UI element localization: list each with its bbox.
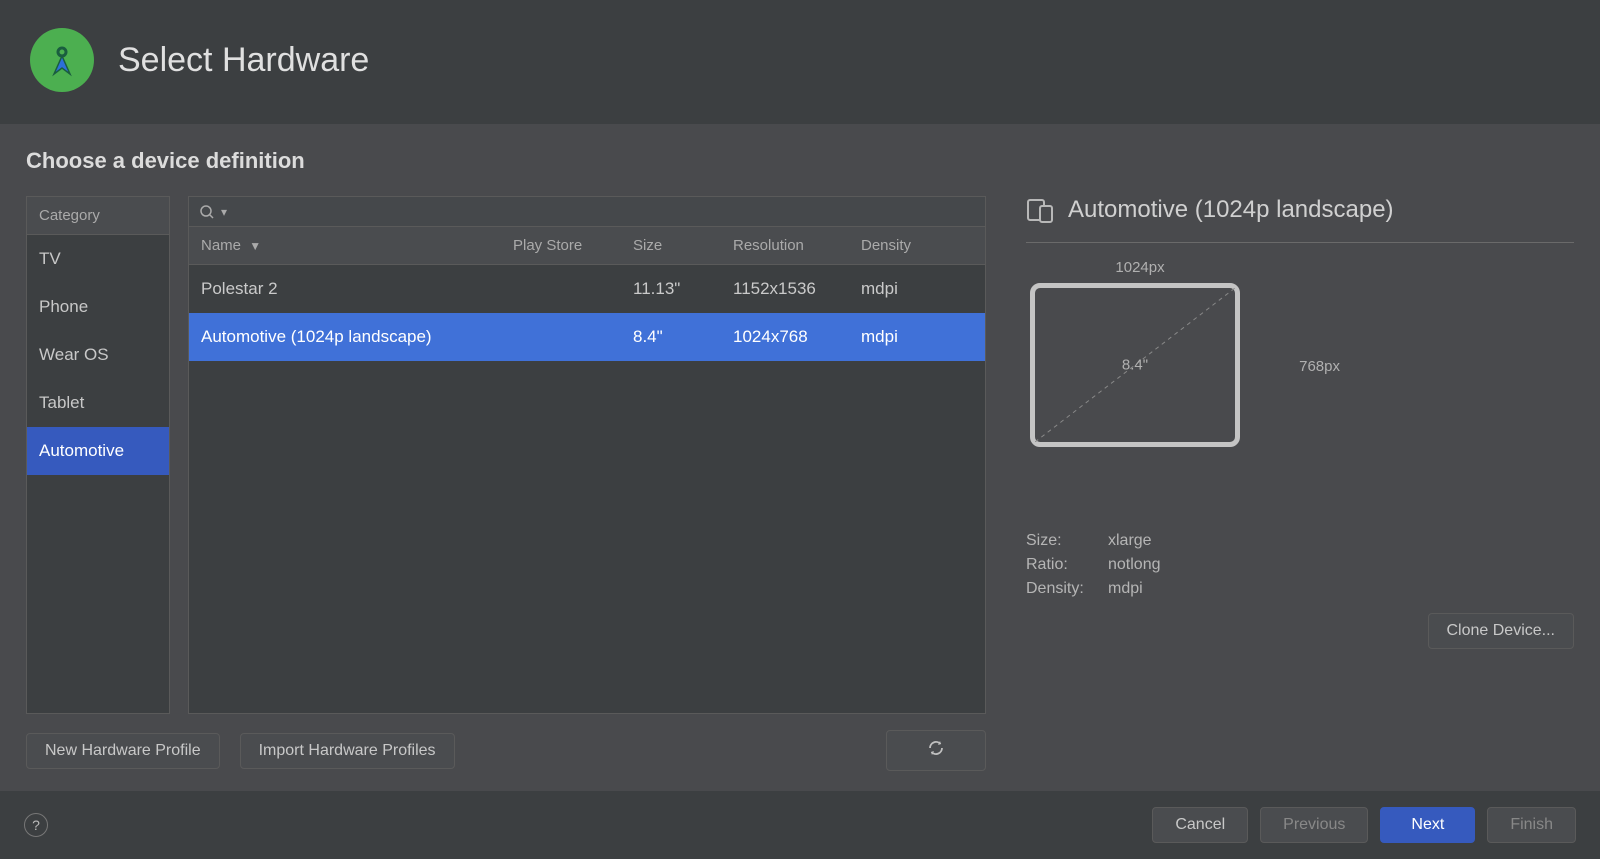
diagonal-label: 8.4" xyxy=(1122,357,1148,374)
height-label: 768px xyxy=(1299,283,1340,449)
device-density: mdpi xyxy=(849,265,985,313)
spec-density-label: Density: xyxy=(1026,577,1098,601)
cancel-button[interactable]: Cancel xyxy=(1152,807,1248,843)
device-resolution: 1152x1536 xyxy=(721,265,849,313)
help-button[interactable]: ? xyxy=(24,813,48,837)
column-density[interactable]: Density xyxy=(849,227,985,264)
width-label: 1024px xyxy=(1030,259,1250,276)
wizard-title: Select Hardware xyxy=(118,41,369,80)
device-row-automotive-1024p[interactable]: Automotive (1024p landscape) 8.4" 1024x7… xyxy=(189,313,985,361)
column-name[interactable]: Name ▼ xyxy=(189,227,501,264)
device-drawing: 1024px 768px 8.4" xyxy=(1030,283,1290,493)
category-automotive[interactable]: Automotive xyxy=(27,427,169,475)
content-area: Choose a device definition Category TV P… xyxy=(0,124,1600,791)
category-phone[interactable]: Phone xyxy=(27,283,169,331)
finish-button[interactable]: Finish xyxy=(1487,807,1576,843)
column-resolution[interactable]: Resolution xyxy=(721,227,849,264)
preview-title: Automotive (1024p landscape) xyxy=(1068,196,1394,224)
next-button[interactable]: Next xyxy=(1380,807,1475,843)
wizard-footer: ? Cancel Previous Next Finish xyxy=(0,791,1600,859)
page-subtitle: Choose a device definition xyxy=(26,148,1574,174)
spec-size-label: Size: xyxy=(1026,529,1098,553)
android-studio-logo xyxy=(30,28,94,92)
spec-list: Size: xlarge Ratio: notlong Density: mdp… xyxy=(1026,529,1574,601)
import-hardware-profiles-button[interactable]: Import Hardware Profiles xyxy=(240,733,455,769)
spec-ratio-value: notlong xyxy=(1108,553,1161,577)
device-play-store xyxy=(501,265,621,313)
sort-arrow-icon: ▼ xyxy=(249,239,261,253)
category-wear-os[interactable]: Wear OS xyxy=(27,331,169,379)
wizard-header: Select Hardware xyxy=(0,0,1600,124)
search-icon xyxy=(199,204,215,220)
device-density: mdpi xyxy=(849,313,985,361)
device-name: Polestar 2 xyxy=(189,265,501,313)
refresh-icon xyxy=(927,739,945,757)
category-header: Category xyxy=(27,197,169,235)
spec-density-value: mdpi xyxy=(1108,577,1143,601)
category-tv[interactable]: TV xyxy=(27,235,169,283)
new-hardware-profile-button[interactable]: New Hardware Profile xyxy=(26,733,220,769)
search-dropdown-icon[interactable]: ▾ xyxy=(221,205,227,219)
devices-icon xyxy=(1026,196,1054,224)
device-search-input[interactable] xyxy=(233,203,975,220)
device-row-polestar-2[interactable]: Polestar 2 11.13" 1152x1536 mdpi xyxy=(189,265,985,313)
previous-button[interactable]: Previous xyxy=(1260,807,1368,843)
column-play-store[interactable]: Play Store xyxy=(501,227,621,264)
spec-size-value: xlarge xyxy=(1108,529,1152,553)
column-name-label: Name xyxy=(201,237,241,254)
device-resolution: 1024x768 xyxy=(721,313,849,361)
search-row: ▾ xyxy=(188,196,986,227)
device-size: 11.13" xyxy=(621,265,721,313)
category-tablet[interactable]: Tablet xyxy=(27,379,169,427)
preview-panel: Automotive (1024p landscape) 1024px 768p… xyxy=(1026,196,1574,771)
device-table: Name ▼ Play Store Size Resolution Densit… xyxy=(188,227,986,714)
device-name: Automotive (1024p landscape) xyxy=(189,313,501,361)
table-header-row: Name ▼ Play Store Size Resolution Densit… xyxy=(189,227,985,265)
device-outline: 8.4" xyxy=(1030,283,1240,447)
device-play-store xyxy=(501,313,621,361)
device-size: 8.4" xyxy=(621,313,721,361)
spec-ratio-label: Ratio: xyxy=(1026,553,1098,577)
refresh-button[interactable] xyxy=(886,730,986,771)
column-size[interactable]: Size xyxy=(621,227,721,264)
category-panel: Category TV Phone Wear OS Tablet Automot… xyxy=(26,196,170,714)
clone-device-button[interactable]: Clone Device... xyxy=(1428,613,1575,649)
compass-icon xyxy=(40,38,84,82)
